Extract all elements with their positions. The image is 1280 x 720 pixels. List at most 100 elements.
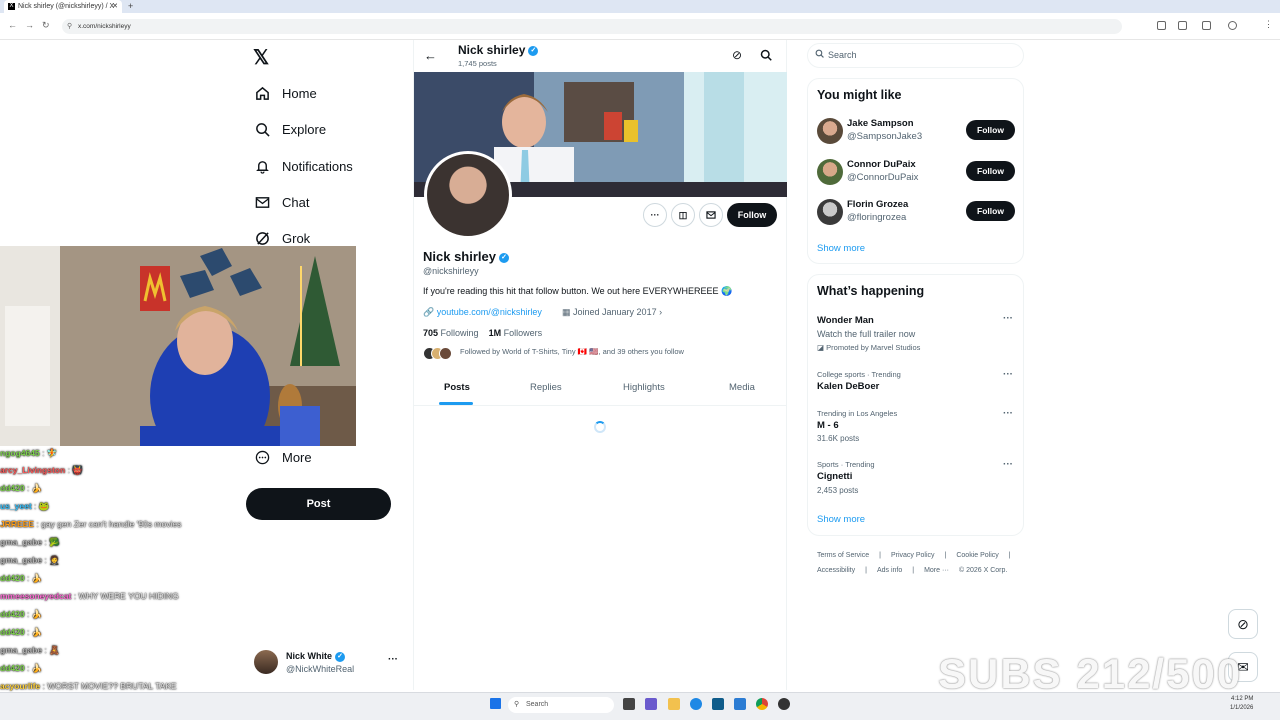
store-icon[interactable] [712, 698, 724, 710]
tab-close-icon[interactable]: ✕ [112, 0, 118, 13]
footer-link[interactable]: Terms of Service [817, 552, 869, 559]
nav-home[interactable]: Home [254, 81, 317, 105]
nav-label: Notifications [282, 158, 353, 174]
avatar[interactable] [817, 159, 843, 185]
chat-message: dd420 : 🍌 [0, 483, 42, 499]
x-logo-icon[interactable]: 𝕏 [253, 45, 269, 70]
tab-media[interactable]: Media [729, 382, 755, 393]
downloads-icon[interactable] [1178, 21, 1187, 30]
taskbar-search[interactable]: ⚲ Search [508, 697, 614, 713]
account-name-row: Nick White ✓ [286, 651, 346, 662]
trend-title[interactable]: M - 6 [817, 420, 839, 431]
suggest-handle: @floringrozea [847, 212, 907, 223]
follow-button[interactable]: Follow [727, 203, 777, 227]
extensions-icon[interactable] [1157, 21, 1166, 30]
profile-website-link[interactable]: 🔗 youtube.com/@nickshirley [423, 307, 542, 318]
app-icon[interactable] [734, 698, 746, 710]
chat-username: dd420 [0, 483, 25, 493]
follow-button[interactable]: Follow [966, 161, 1015, 181]
taskbar-search-label: Search [526, 701, 549, 708]
trend-more-icon[interactable]: ··· [1003, 369, 1013, 380]
edge-icon[interactable] [690, 698, 702, 710]
browser-reload-icon[interactable]: ↻ [42, 20, 50, 31]
promoted-row: ◪ Promoted by Marvel Studios [817, 343, 920, 352]
tab-posts[interactable]: Posts [444, 382, 470, 393]
obs-icon[interactable] [778, 698, 790, 710]
followed-by-text[interactable]: Followed by World of T-Shirts, Tiny 🇨🇦 🇺… [460, 347, 684, 356]
chat-username: us_yeet [0, 501, 32, 511]
chat-text: : gay gen Zer can't handle '90s movies [36, 519, 182, 529]
avatar[interactable] [817, 199, 843, 225]
browser-tab[interactable]: X Nick shirley (@nickshirleyy) / X ✕ [4, 0, 122, 13]
suggest-name[interactable]: Jake Sampson [847, 118, 914, 129]
footer-link[interactable]: More ··· [924, 567, 949, 574]
follow-button[interactable]: Follow [966, 120, 1015, 140]
show-more-link[interactable]: Show more [817, 514, 865, 525]
footer-link[interactable]: Accessibility [817, 567, 855, 574]
footer-sep: | [912, 567, 915, 574]
profile-name-row: Nick shirley ✓ [423, 249, 509, 264]
start-icon[interactable] [490, 698, 501, 709]
avatar[interactable] [817, 118, 843, 144]
copilot-icon[interactable] [645, 698, 657, 710]
url-bar[interactable]: ⚲ x.com/nickshirleyy [62, 19, 1122, 34]
tab-highlights[interactable]: Highlights [623, 382, 665, 393]
profile-avatar[interactable] [424, 151, 512, 239]
tab-replies[interactable]: Replies [530, 382, 562, 393]
nav-label: Explore [282, 121, 327, 137]
trend-more-icon[interactable]: ··· [1003, 313, 1013, 324]
more-options-button[interactable]: ··· [643, 203, 667, 227]
followed-by-avatars[interactable] [423, 347, 453, 361]
tab-title: Nick shirley (@nickshirleyy) / X [18, 3, 115, 10]
system-clock[interactable]: 4:12 PM 1/1/2026 [1230, 695, 1253, 713]
promoted-icon: ◪ [817, 343, 827, 352]
clock-time: 4:12 PM [1231, 696, 1254, 702]
suggest-name[interactable]: Connor DuPaix [847, 159, 916, 170]
following-link[interactable]: 705 Following [423, 328, 479, 338]
grok-fab-icon[interactable]: ⊘ [1228, 609, 1258, 639]
nav-notifications[interactable]: Notifications [254, 154, 353, 178]
footer-link[interactable]: Ads info [877, 567, 902, 574]
browser-back-icon[interactable]: ← [8, 20, 17, 30]
new-tab-button[interactable]: + [128, 0, 133, 13]
search-icon [254, 121, 270, 137]
sidebar-icon[interactable] [1202, 21, 1211, 30]
footer-link[interactable]: Privacy Policy [891, 552, 935, 559]
post-button[interactable]: Post [246, 488, 391, 520]
trend-title[interactable]: Kalen DeBoer [817, 381, 879, 392]
trend-title[interactable]: Cignetti [817, 471, 852, 482]
show-more-link[interactable]: Show more [817, 243, 865, 254]
site-info-icon[interactable]: ⚲ [67, 19, 72, 34]
chat-text: : 🤵 [44, 555, 60, 565]
chat-message: dd420 : 🍌 [0, 663, 42, 679]
profile-joined[interactable]: ▦ Joined January 2017 › [562, 307, 662, 318]
suggest-name[interactable]: Florin Grozea [847, 199, 908, 210]
chevron-right-icon: › [656, 307, 663, 317]
trend-more-icon[interactable]: ··· [1003, 459, 1013, 470]
task-view-icon[interactable] [623, 698, 635, 710]
account-menu-icon[interactable]: ··· [388, 654, 398, 665]
grok-analyze-icon[interactable]: ◫ [671, 203, 695, 227]
followers-link[interactable]: 1M Followers [489, 328, 543, 338]
trend-more-icon[interactable]: ··· [1003, 408, 1013, 419]
follow-button[interactable]: Follow [966, 201, 1015, 221]
nav-chat[interactable]: Chat [254, 190, 309, 214]
chrome-icon[interactable] [756, 698, 768, 710]
account-switcher[interactable]: Nick White ✓ @NickWhiteReal ··· [254, 650, 404, 680]
nav-more[interactable]: More [254, 445, 312, 469]
profile-icon[interactable] [1228, 21, 1237, 30]
back-arrow-icon[interactable]: ← [424, 48, 437, 63]
footer-sep: | [865, 567, 867, 574]
suggest-handle: @SampsonJake3 [847, 131, 923, 142]
chat-message: dd420 : 🍌 [0, 573, 42, 589]
file-explorer-icon[interactable] [668, 698, 680, 710]
grok-icon[interactable]: ⊘ [732, 48, 742, 62]
footer-link[interactable]: Cookie Policy [956, 552, 998, 559]
trend-title[interactable]: Wonder Man [817, 315, 874, 326]
message-button[interactable] [699, 203, 723, 227]
search-input[interactable]: Search [807, 43, 1024, 68]
browser-forward-icon[interactable]: → [25, 20, 34, 30]
browser-menu-icon[interactable]: ⋮ [1264, 19, 1273, 30]
nav-explore[interactable]: Explore [254, 117, 326, 141]
search-icon[interactable] [760, 48, 772, 66]
